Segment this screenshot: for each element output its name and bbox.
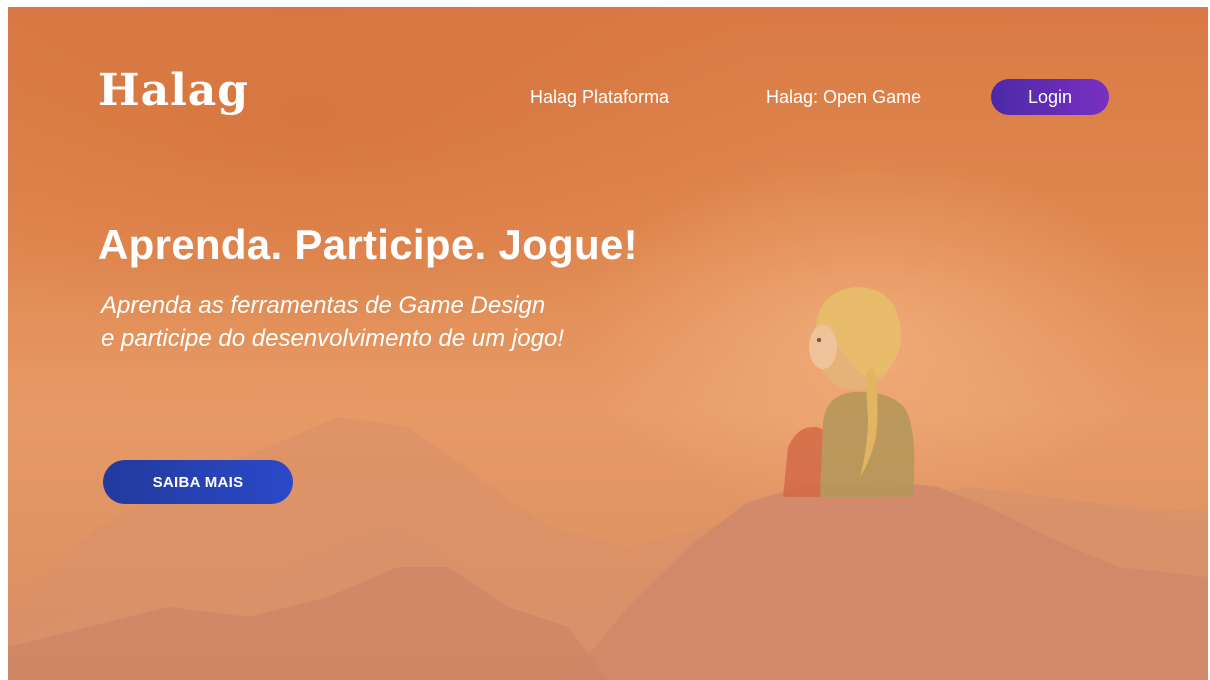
hero-subtitle-line-1: Aprenda as ferramentas de Game Design	[101, 292, 546, 319]
hero-subtitle-line-2: e participe do desenvolvimento de um jog…	[101, 325, 564, 352]
hero-background: Halag Halag Plataforma Halag: Open Game …	[8, 7, 1208, 680]
hero-title: Aprenda. Participe. Jogue!	[98, 221, 638, 268]
saiba-mais-button[interactable]: SAIBA MAIS	[103, 460, 293, 504]
hero-subtitle: Aprenda as ferramentas de Game Design e …	[101, 289, 564, 355]
hero-section: Aprenda. Participe. Jogue! Aprenda as fe…	[8, 7, 1208, 680]
